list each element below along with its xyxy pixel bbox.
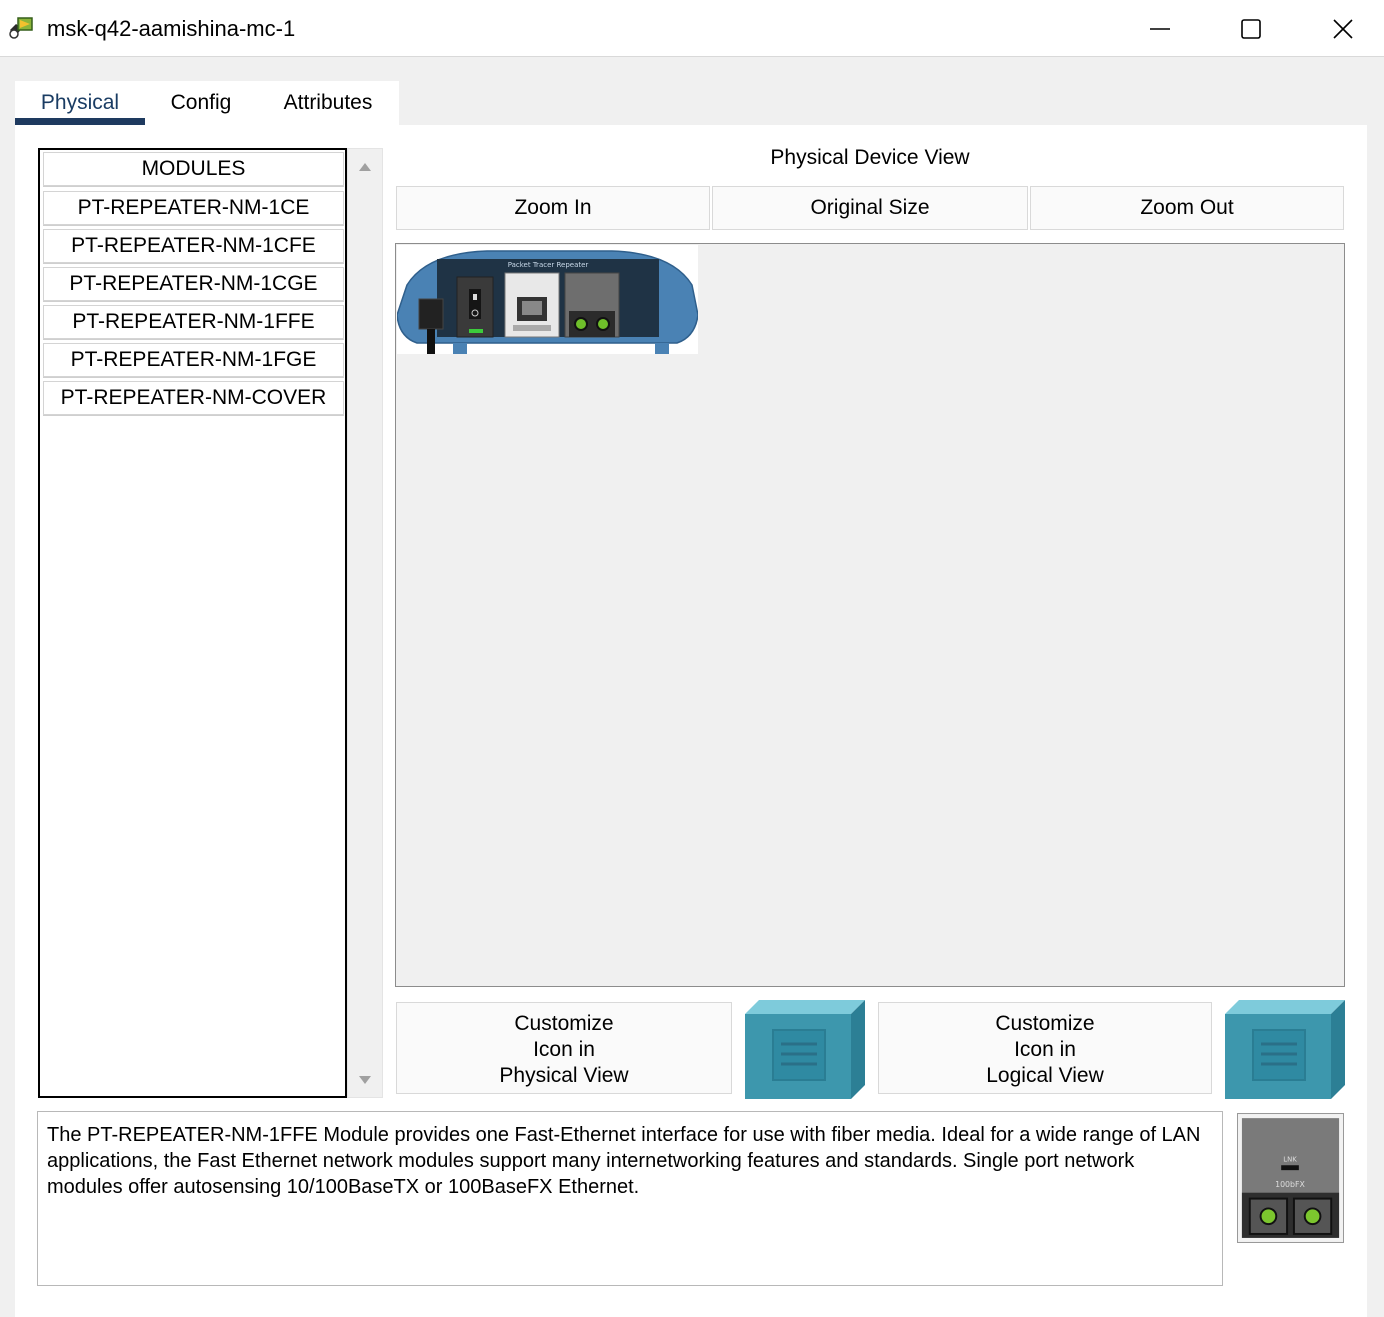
maximize-button[interactable] (1205, 0, 1297, 57)
module-preview-image: LNK 100bFX (1237, 1113, 1344, 1243)
modules-scrollbar[interactable] (347, 148, 383, 1098)
app-icon (9, 17, 33, 39)
tab-attributes-label: Attributes (283, 91, 373, 114)
physical-device-view-title: Physical Device View (770, 146, 970, 169)
close-button[interactable] (1297, 0, 1384, 57)
device-label: Packet Tracer Repeater (508, 261, 589, 269)
title-bar: msk-q42-aamishina-mc-1 (0, 0, 1384, 57)
scroll-up-arrow-icon[interactable] (359, 163, 371, 171)
minimize-icon (1150, 27, 1170, 30)
maximize-icon (1241, 18, 1261, 39)
physical-device-canvas[interactable]: Packet Tracer Repeater (395, 243, 1345, 987)
original-size-button[interactable]: Original Size (712, 186, 1028, 230)
tab-config[interactable]: Config (155, 81, 247, 125)
customize-logical-line1: Customize (995, 1012, 1095, 1035)
customize-logical-icon-button[interactable]: Customize Icon in Logical View (878, 1002, 1212, 1094)
tab-attributes[interactable]: Attributes (273, 81, 383, 125)
tab-bar: Physical Config Attributes (15, 81, 399, 125)
modules-header: MODULES (43, 152, 344, 186)
logical-view-cube-icon (1225, 1000, 1345, 1099)
customize-physical-line3: Physical View (499, 1064, 629, 1087)
customize-physical-line2: Icon in (533, 1038, 595, 1061)
active-tab-indicator (15, 118, 145, 125)
thumb-link-label: LNK (1283, 1155, 1297, 1163)
tab-config-label: Config (170, 91, 232, 114)
customize-physical-line1: Customize (514, 1012, 614, 1035)
tab-physical[interactable]: Physical (15, 81, 145, 125)
module-item-nm-1cge[interactable]: PT-REPEATER-NM-1CGE (43, 267, 344, 301)
customize-physical-icon-button[interactable]: Customize Icon in Physical View (396, 1002, 732, 1094)
module-item-nm-1ce[interactable]: PT-REPEATER-NM-1CE (43, 191, 344, 225)
repeater-device-image[interactable]: Packet Tracer Repeater (397, 245, 698, 354)
zoom-in-button[interactable]: Zoom In (396, 186, 710, 230)
scroll-down-arrow-icon[interactable] (359, 1076, 371, 1084)
customize-logical-line2: Icon in (1014, 1038, 1076, 1061)
thumb-port-label: 100bFX (1275, 1180, 1305, 1189)
module-item-nm-cover[interactable]: PT-REPEATER-NM-COVER (43, 381, 344, 415)
zoom-out-button[interactable]: Zoom Out (1030, 186, 1344, 230)
customize-logical-line3: Logical View (986, 1064, 1104, 1087)
close-icon (1333, 18, 1353, 39)
module-item-nm-1fge[interactable]: PT-REPEATER-NM-1FGE (43, 343, 344, 377)
tab-physical-label: Physical (40, 91, 120, 114)
modules-list[interactable]: MODULES PT-REPEATER-NM-1CE PT-REPEATER-N… (38, 148, 347, 1098)
module-item-nm-1cfe[interactable]: PT-REPEATER-NM-1CFE (43, 229, 344, 263)
minimize-button[interactable] (1114, 0, 1206, 57)
physical-view-cube-icon (745, 1000, 865, 1099)
window-title: msk-q42-aamishina-mc-1 (47, 16, 296, 41)
module-item-nm-1ffe[interactable]: PT-REPEATER-NM-1FFE (43, 305, 344, 339)
module-description: The PT-REPEATER-NM-1FFE Module provides … (37, 1111, 1223, 1286)
